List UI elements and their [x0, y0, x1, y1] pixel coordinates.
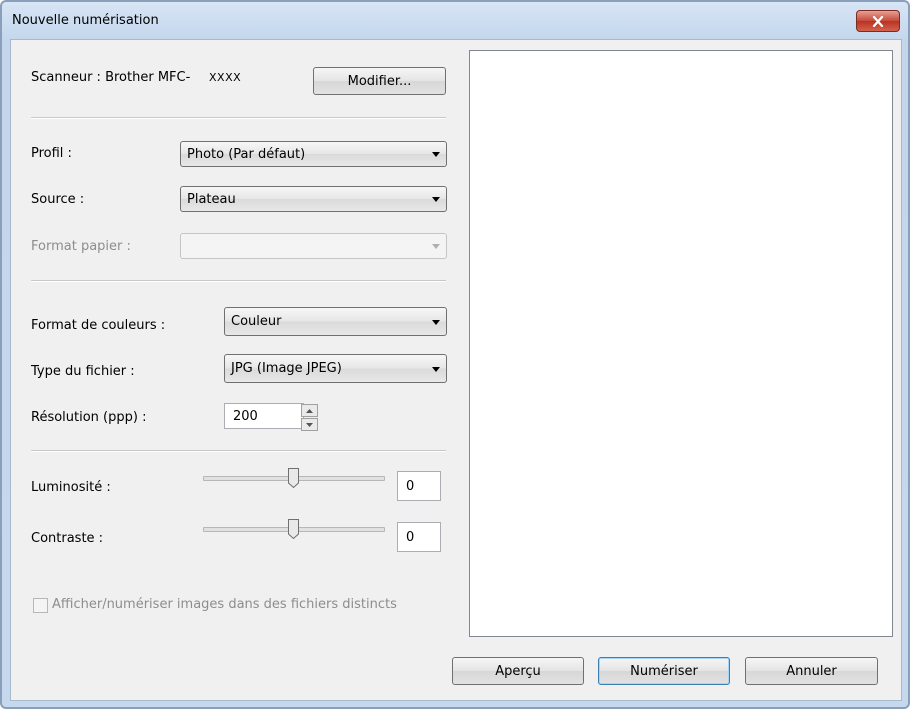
source-dropdown[interactable]: Plateau [180, 186, 447, 212]
contrast-input[interactable]: 0 [397, 522, 441, 552]
scan-button[interactable]: Numériser [598, 657, 730, 685]
close-button[interactable] [856, 10, 900, 32]
chevron-down-icon [432, 320, 440, 325]
file-type-label: Type du fichier : [31, 364, 135, 379]
profile-dropdown[interactable]: Photo (Par défaut) [180, 141, 447, 167]
brightness-slider-thumb[interactable] [287, 468, 299, 489]
contrast-label: Contraste : [31, 531, 104, 546]
brightness-label: Luminosité : [31, 480, 111, 495]
brightness-input[interactable]: 0 [397, 471, 441, 501]
separate-files-checkbox[interactable] [33, 598, 48, 613]
preview-button-label: Aperçu [495, 663, 541, 679]
profile-value: Photo (Par défaut) [187, 147, 306, 162]
scan-button-label: Numériser [630, 663, 698, 679]
title-bar: Nouvelle numérisation [2, 2, 908, 38]
chevron-down-icon [432, 197, 440, 202]
cancel-button[interactable]: Annuler [745, 657, 878, 685]
cancel-button-label: Annuler [786, 663, 837, 679]
separator [31, 280, 446, 282]
separator [31, 117, 446, 119]
chevron-down-icon [306, 422, 313, 427]
resolution-stepper [301, 404, 318, 431]
modify-button-label: Modifier... [347, 73, 412, 89]
resolution-decrease-button[interactable] [301, 418, 318, 431]
file-type-dropdown[interactable]: JPG (Image JPEG) [224, 354, 447, 383]
paper-format-dropdown [180, 233, 447, 259]
chevron-up-icon [306, 408, 313, 413]
dialog-body: Scanneur : Brother MFC- XXXX Modifier...… [10, 39, 902, 701]
paper-format-label: Format papier : [31, 239, 131, 254]
scan-dialog-window: Nouvelle numérisation Scanneur : Brother… [0, 0, 910, 709]
scanner-label: Scanneur : Brother MFC- [31, 70, 191, 85]
separate-files-label: Afficher/numériser images dans des fichi… [52, 597, 397, 612]
resolution-increase-button[interactable] [301, 404, 318, 417]
modify-scanner-button[interactable]: Modifier... [313, 67, 446, 95]
separator [31, 450, 446, 452]
color-format-label: Format de couleurs : [31, 318, 166, 333]
color-format-value: Couleur [231, 314, 282, 329]
resolution-label: Résolution (ppp) : [31, 410, 147, 425]
profile-label: Profil : [31, 146, 72, 161]
resolution-value: 200 [233, 409, 258, 424]
contrast-slider-thumb[interactable] [287, 519, 299, 540]
contrast-value: 0 [406, 530, 415, 545]
file-type-value: JPG (Image JPEG) [231, 361, 342, 376]
resolution-input[interactable]: 200 [224, 403, 304, 429]
brightness-value: 0 [406, 479, 415, 494]
chevron-down-icon [432, 244, 440, 249]
source-label: Source : [31, 192, 85, 207]
preview-pane [469, 50, 893, 637]
color-format-dropdown[interactable]: Couleur [224, 307, 447, 336]
chevron-down-icon [432, 152, 440, 157]
source-value: Plateau [187, 192, 236, 207]
window-title: Nouvelle numérisation [12, 13, 159, 28]
chevron-down-icon [432, 367, 440, 372]
close-icon [872, 15, 884, 27]
scanner-model: XXXX [209, 71, 242, 84]
preview-button[interactable]: Aperçu [452, 657, 584, 685]
